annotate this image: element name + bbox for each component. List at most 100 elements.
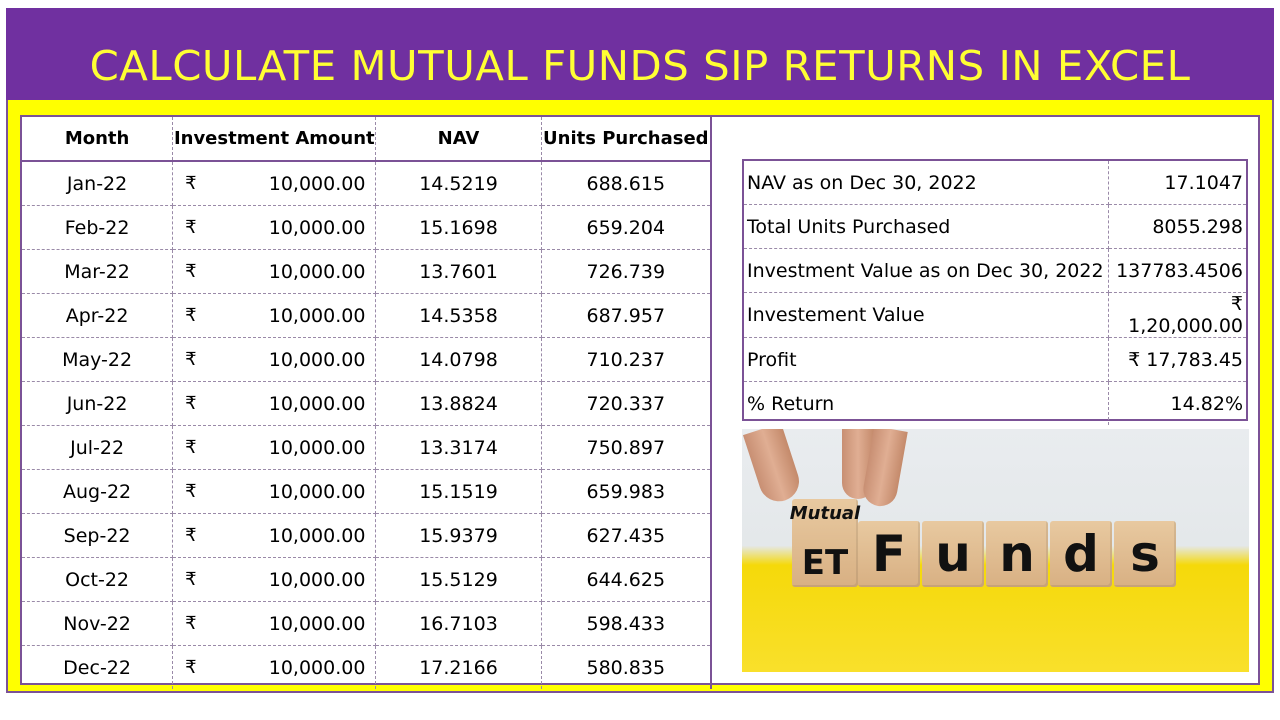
cell-units-purchased: 580.835 bbox=[541, 645, 712, 689]
rupee-icon: ₹ bbox=[185, 392, 197, 414]
rupee-icon: ₹ bbox=[185, 656, 197, 678]
rupee-icon: ₹ bbox=[185, 348, 197, 370]
column-header-units-purchased: Units Purchased bbox=[541, 117, 712, 162]
amount-value: 10,000.00 bbox=[268, 172, 366, 195]
cell-nav: 13.8824 bbox=[375, 381, 542, 426]
amount-value: 10,000.00 bbox=[268, 436, 366, 459]
summary-row: % Return 14.82% bbox=[744, 381, 1246, 425]
cell-nav: 14.5358 bbox=[375, 293, 542, 338]
cell-investment-amount: ₹10,000.00 bbox=[172, 205, 377, 250]
cell-month: Nov-22 bbox=[22, 601, 174, 646]
summary-label: Profit bbox=[744, 337, 1109, 382]
rupee-icon: ₹ bbox=[185, 524, 197, 546]
amount-value: 10,000.00 bbox=[268, 260, 366, 283]
cell-nav: 13.3174 bbox=[375, 425, 542, 470]
cell-month: May-22 bbox=[22, 337, 174, 382]
rupee-icon: ₹ bbox=[185, 568, 197, 590]
rupee-icon: ₹ bbox=[185, 216, 197, 238]
table-row: Feb-22 ₹10,000.00 15.1698 659.204 bbox=[22, 205, 712, 250]
cell-nav: 14.5219 bbox=[375, 161, 542, 206]
table-row: Dec-22 ₹10,000.00 17.2166 580.835 bbox=[22, 645, 712, 689]
summary-value: 8055.298 bbox=[1108, 204, 1246, 249]
table-row: Mar-22 ₹10,000.00 13.7601 726.739 bbox=[22, 249, 712, 294]
page-title: CALCULATE MUTUAL FUNDS SIP RETURNS IN EX… bbox=[89, 42, 1191, 90]
cube-mutual-et: Mutual ET bbox=[789, 499, 861, 587]
summary-row: Profit ₹ 17,783.45 bbox=[744, 337, 1246, 382]
cell-units-purchased: 720.337 bbox=[541, 381, 712, 426]
cell-nav: 13.7601 bbox=[375, 249, 542, 294]
content-panel: Month Investment Amount NAV Units Purcha… bbox=[20, 115, 1260, 689]
cube-letter: d bbox=[1050, 521, 1112, 587]
cell-investment-amount: ₹10,000.00 bbox=[172, 161, 377, 206]
cell-month: Mar-22 bbox=[22, 249, 174, 294]
summary-value: 137783.4506 bbox=[1108, 248, 1246, 293]
summary-value: 14.82% bbox=[1170, 392, 1243, 415]
cell-investment-amount: ₹10,000.00 bbox=[172, 249, 377, 294]
summary-value: ₹ 1,20,000.00 bbox=[1108, 292, 1246, 338]
rupee-icon: ₹ bbox=[185, 480, 197, 502]
cube-top-text: Mutual bbox=[789, 503, 861, 524]
amount-value: 10,000.00 bbox=[268, 216, 366, 239]
amount-value: 10,000.00 bbox=[268, 304, 366, 327]
rupee-icon: ₹ bbox=[185, 436, 197, 458]
sip-table-header: Month Investment Amount NAV Units Purcha… bbox=[22, 117, 712, 162]
cube-letter: u bbox=[922, 521, 984, 587]
cell-nav: 14.0798 bbox=[375, 337, 542, 382]
table-row: Aug-22 ₹10,000.00 15.1519 659.983 bbox=[22, 469, 712, 514]
cell-investment-amount: ₹10,000.00 bbox=[172, 513, 377, 558]
cell-month: Jul-22 bbox=[22, 425, 174, 470]
cell-nav: 15.9379 bbox=[375, 513, 542, 558]
summary-label: NAV as on Dec 30, 2022 bbox=[744, 161, 1109, 205]
table-row: Oct-22 ₹10,000.00 15.5129 644.625 bbox=[22, 557, 712, 602]
summary-row: Total Units Purchased 8055.298 bbox=[744, 204, 1246, 249]
cell-nav: 15.1519 bbox=[375, 469, 542, 514]
cell-nav: 17.2166 bbox=[375, 645, 542, 689]
column-header-nav: NAV bbox=[375, 117, 542, 162]
table-row: Sep-22 ₹10,000.00 15.9379 627.435 bbox=[22, 513, 712, 558]
cell-month: Dec-22 bbox=[22, 645, 174, 689]
summary-label: % Return bbox=[744, 381, 1109, 425]
cell-investment-amount: ₹10,000.00 bbox=[172, 381, 377, 426]
cell-investment-amount: ₹10,000.00 bbox=[172, 293, 377, 338]
cell-month: Feb-22 bbox=[22, 205, 174, 250]
cell-month: Jun-22 bbox=[22, 381, 174, 426]
table-row: May-22 ₹10,000.00 14.0798 710.237 bbox=[22, 337, 712, 382]
summary-value: ₹ 17,783.45 bbox=[1108, 337, 1246, 382]
title-banner: CALCULATE MUTUAL FUNDS SIP RETURNS IN EX… bbox=[6, 8, 1274, 100]
cube-letter: F bbox=[858, 521, 920, 587]
summary-label: Investment Value as on Dec 30, 2022 bbox=[744, 248, 1109, 293]
table-row: Jan-22 ₹10,000.00 14.5219 688.615 bbox=[22, 161, 712, 206]
cell-units-purchased: 710.237 bbox=[541, 337, 712, 382]
rupee-icon: ₹ bbox=[185, 304, 197, 326]
cell-units-purchased: 627.435 bbox=[541, 513, 712, 558]
column-divider bbox=[710, 117, 712, 683]
amount-value: 10,000.00 bbox=[268, 524, 366, 547]
rupee-icon: ₹ bbox=[185, 260, 197, 282]
cell-investment-amount: ₹10,000.00 bbox=[172, 557, 377, 602]
cell-investment-amount: ₹10,000.00 bbox=[172, 601, 377, 646]
cell-units-purchased: 726.739 bbox=[541, 249, 712, 294]
hand-finger-icon bbox=[742, 429, 805, 507]
cell-units-purchased: 659.983 bbox=[541, 469, 712, 514]
cell-nav: 15.5129 bbox=[375, 557, 542, 602]
table-row: Jul-22 ₹10,000.00 13.3174 750.897 bbox=[22, 425, 712, 470]
column-header-investment-amount: Investment Amount bbox=[172, 117, 377, 162]
cell-month: Aug-22 bbox=[22, 469, 174, 514]
summary-label: Investement Value bbox=[744, 292, 1109, 338]
cell-units-purchased: 750.897 bbox=[541, 425, 712, 470]
cube-letter: s bbox=[1114, 521, 1176, 587]
cell-investment-amount: ₹10,000.00 bbox=[172, 337, 377, 382]
cell-units-purchased: 688.615 bbox=[541, 161, 712, 206]
summary-row: Investment Value as on Dec 30, 2022 13778… bbox=[744, 248, 1246, 293]
summary-row: Investement Value ₹ 1,20,000.00 bbox=[744, 292, 1246, 338]
table-row: Jun-22 ₹10,000.00 13.8824 720.337 bbox=[22, 381, 712, 426]
rupee-icon: ₹ bbox=[185, 612, 197, 634]
summary-value: 17.1047 bbox=[1108, 161, 1246, 205]
summary-table: NAV as on Dec 30, 2022 17.1047 Total Units… bbox=[742, 159, 1248, 425]
cell-units-purchased: 659.204 bbox=[541, 205, 712, 250]
cell-month: Sep-22 bbox=[22, 513, 174, 558]
amount-value: 10,000.00 bbox=[268, 656, 366, 679]
cell-investment-amount: ₹10,000.00 bbox=[172, 645, 377, 689]
column-header-month: Month bbox=[22, 117, 174, 162]
amount-value: 10,000.00 bbox=[268, 348, 366, 371]
